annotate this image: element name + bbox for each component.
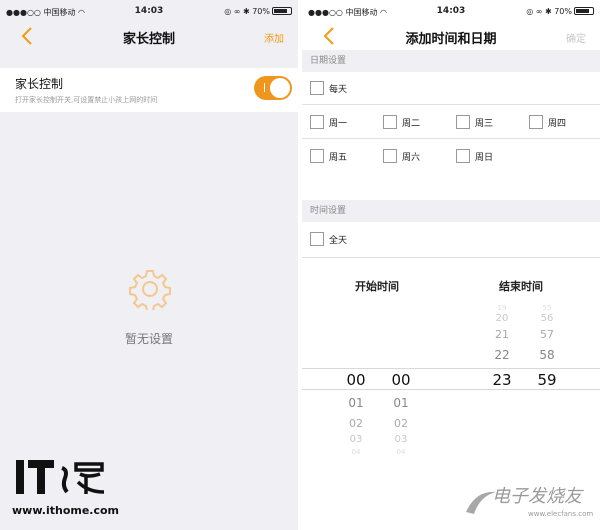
divider — [302, 104, 600, 105]
checkbox-label: 周二 — [402, 119, 421, 129]
checkbox-box[interactable] — [456, 115, 470, 129]
watermark-url: www.elecfans.com — [528, 510, 594, 518]
checkbox-label: 全天 — [329, 236, 348, 246]
picker-value: 04 — [351, 448, 361, 456]
picker-value: 00 — [346, 371, 366, 389]
left-screen: ●●●○○ 中国移动 ◠ 14:03 ◎ ∞ ✱ 70% 家长控制 添加 家长控… — [0, 0, 298, 530]
setting-title: 家长控制 — [15, 77, 64, 91]
picker-value: 02 — [394, 417, 408, 430]
battery-status: ◎ ∞ ✱ 70% — [526, 7, 594, 16]
end-hour-wheel[interactable]: 19 20 21 22 23 — [482, 264, 522, 460]
empty-state-text: 暂无设置 — [124, 332, 173, 346]
add-button[interactable]: 添加 — [264, 30, 284, 45]
battery-percent: ◎ ∞ ✱ 70% — [526, 7, 572, 16]
checkbox-label: 周一 — [329, 119, 348, 129]
right-screen: ●●●○○ 中国移动 ◠ 14:03 ◎ ∞ ✱ 70% 添加时间和日期 确定 … — [302, 0, 600, 530]
toggle-on-mark — [264, 83, 265, 92]
picker-value: 22 — [494, 348, 510, 362]
checkbox-label: 每天 — [329, 85, 348, 95]
checkbox-label: 周三 — [475, 119, 494, 129]
toggle-knob — [270, 78, 290, 98]
divider — [302, 257, 600, 258]
battery-icon — [574, 7, 594, 15]
setting-description: 打开家长控制开关,可设置禁止小孩上网的时间 — [15, 96, 158, 104]
picker-value: 57 — [540, 328, 554, 341]
picker-value: 58 — [539, 348, 555, 362]
confirm-button[interactable]: 确定 — [566, 30, 586, 45]
start-minute-wheel[interactable]: 00 01 02 03 04 — [381, 264, 421, 460]
picker-value: 03 — [394, 434, 408, 445]
checkbox-box[interactable] — [310, 232, 324, 246]
checkbox-box[interactable] — [310, 115, 324, 129]
time-picker[interactable]: 开始时间 结束时间 00 01 02 03 04 00 01 02 03 04 … — [302, 264, 600, 460]
end-minute-wheel[interactable]: 55 56 57 58 59 — [527, 264, 567, 460]
status-bar: ●●●○○ 中国移动 ◠ 14:03 ◎ ∞ ✱ 70% — [302, 0, 600, 22]
picker-value: 55 — [542, 304, 552, 312]
back-chevron-icon[interactable] — [18, 25, 38, 47]
picker-value: 20 — [495, 313, 509, 324]
battery-percent: ◎ ∞ ✱ 70% — [224, 7, 270, 16]
checkbox-label: 周六 — [402, 153, 421, 163]
battery-icon — [272, 7, 292, 15]
it-home-logo-mark — [16, 460, 105, 494]
picker-value: 03 — [349, 434, 363, 445]
parental-control-row: 家长控制 打开家长控制开关,可设置禁止小孩上网的时间 — [0, 68, 298, 112]
checkbox-label: 周五 — [329, 153, 348, 163]
start-hour-wheel[interactable]: 00 01 02 03 04 — [336, 264, 376, 460]
battery-status: ◎ ∞ ✱ 70% — [224, 7, 292, 16]
checkbox-box[interactable] — [383, 149, 397, 163]
checkbox-box[interactable] — [310, 149, 324, 163]
nav-bar: 添加时间和日期 确定 — [302, 22, 600, 50]
picker-value: 02 — [349, 417, 363, 430]
picker-value: 56 — [540, 313, 554, 324]
checkbox-label: 周日 — [475, 153, 494, 163]
picker-value: 19 — [497, 304, 507, 312]
page-title: 家长控制 — [122, 32, 175, 47]
ithome-logo: www.ithome.com — [12, 456, 122, 522]
picker-value: 01 — [393, 396, 409, 410]
picker-value: 23 — [492, 371, 512, 389]
checkbox-box[interactable] — [310, 81, 324, 95]
picker-value: 59 — [537, 371, 557, 389]
checkbox-box[interactable] — [383, 115, 397, 129]
picker-value: 00 — [391, 371, 411, 389]
checkbox-box[interactable] — [529, 115, 543, 129]
checkbox-box[interactable] — [456, 149, 470, 163]
page-title: 添加时间和日期 — [405, 32, 497, 47]
parental-control-toggle[interactable] — [254, 76, 292, 100]
picker-value: 01 — [348, 396, 364, 410]
back-chevron-icon[interactable] — [320, 25, 340, 47]
checkbox-label: 周四 — [548, 119, 567, 129]
elecfans-watermark: 电子发烧友 www.elecfans.com — [462, 482, 594, 524]
gear-icon — [129, 270, 171, 310]
picker-value: 21 — [495, 328, 509, 341]
ithome-url: www.ithome.com — [12, 504, 120, 517]
watermark-text: 电子发烧友 — [492, 486, 582, 507]
date-section-header: 日期设置 — [302, 50, 600, 72]
nav-bar: 家长控制 添加 — [0, 22, 298, 50]
time-section-header: 时间设置 — [302, 200, 600, 222]
status-bar: ●●●○○ 中国移动 ◠ 14:03 ◎ ∞ ✱ 70% — [0, 0, 298, 22]
divider — [302, 138, 600, 139]
picker-value: 04 — [396, 448, 406, 456]
